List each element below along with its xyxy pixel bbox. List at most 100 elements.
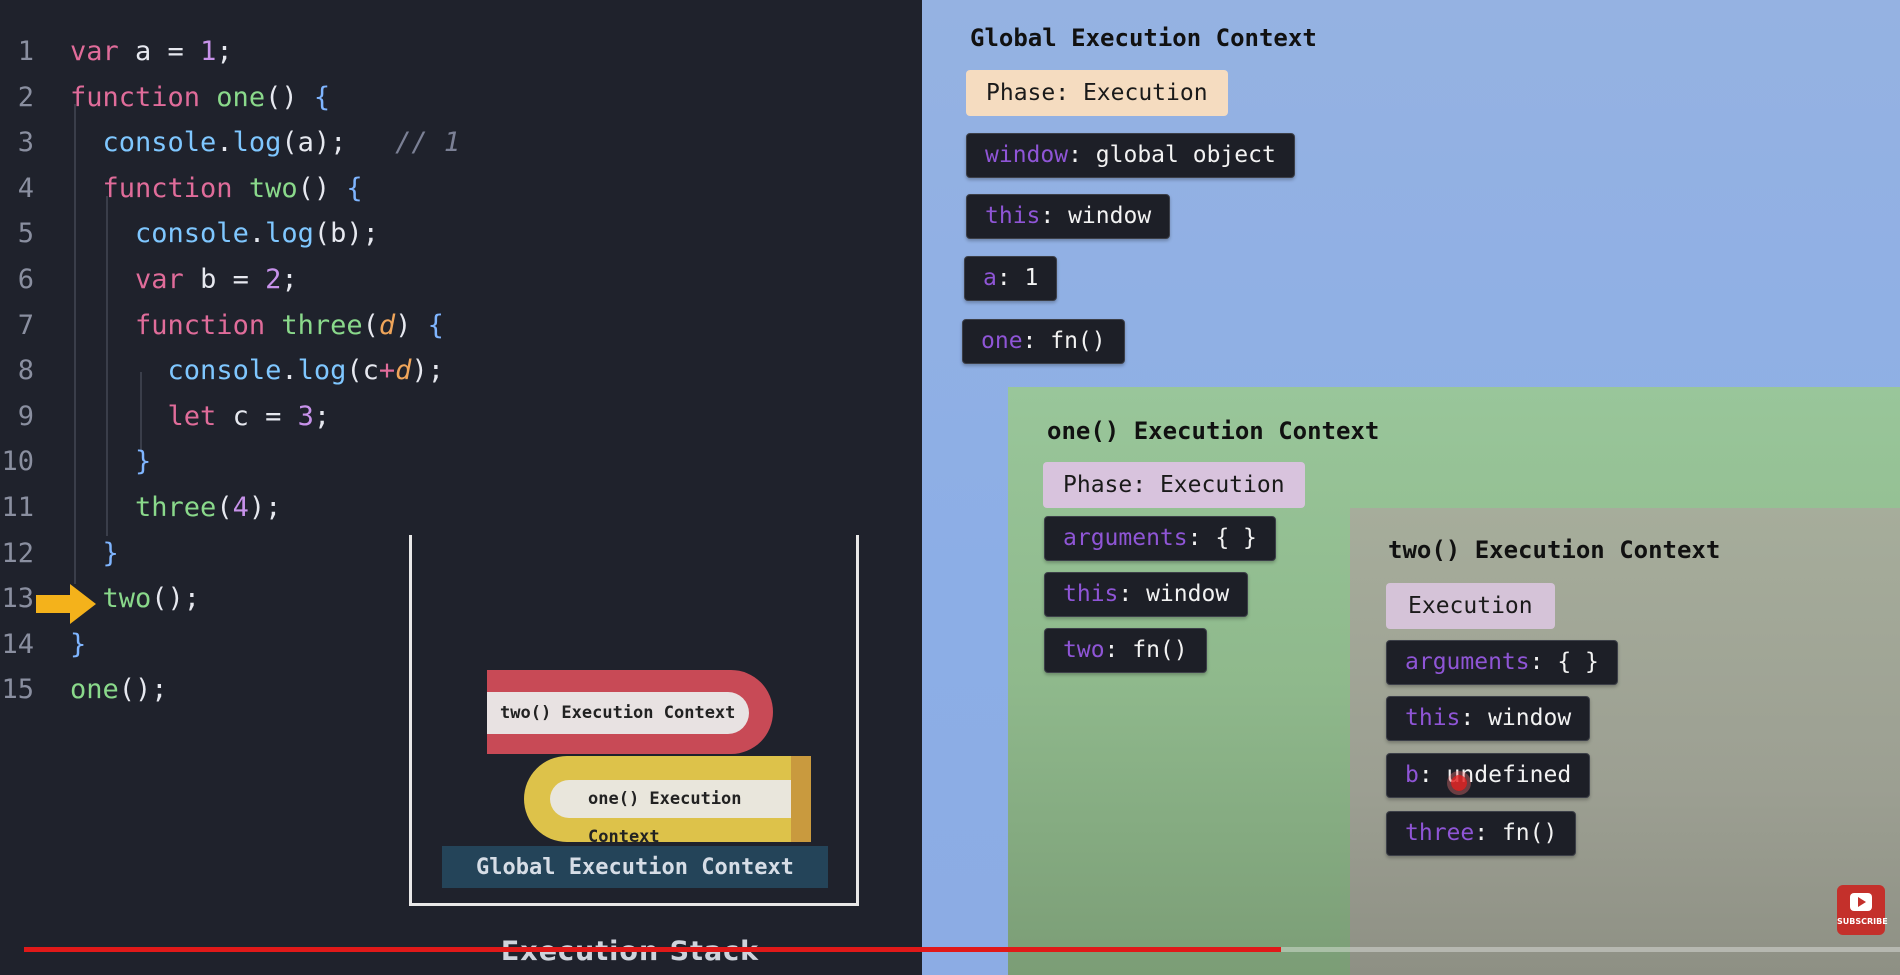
- code-token: +: [378, 355, 396, 387]
- code-token: ();: [151, 583, 201, 615]
- entry-key: b: [1405, 762, 1419, 788]
- stack-frame-global: Global Execution Context: [442, 846, 828, 888]
- code-token: (: [216, 492, 233, 523]
- one-phase-badge: Phase: Execution: [1043, 462, 1305, 508]
- context-entry: window: global object: [966, 133, 1295, 178]
- cursor-indicator: [1451, 775, 1467, 791]
- code-token: two: [232, 172, 298, 204]
- entry-value: : undefined: [1418, 762, 1572, 788]
- entry-value: : window: [1118, 581, 1230, 607]
- line-number: 8: [17, 355, 34, 387]
- entry-value: : { }: [1529, 649, 1599, 675]
- entry-value: : 1: [996, 265, 1039, 291]
- stack-frame-edge: [791, 756, 811, 842]
- code-text: one();: [70, 670, 168, 710]
- code-token: (: [362, 309, 379, 341]
- code-token: three: [265, 309, 363, 341]
- context-entry: two: fn(): [1044, 628, 1207, 673]
- code-token: }: [70, 628, 87, 660]
- entry-value: : fn(): [1104, 637, 1188, 663]
- phase-value: Execution: [1069, 80, 1208, 106]
- code-token: );: [248, 492, 282, 523]
- code-token: );: [411, 355, 444, 387]
- code-token: .: [248, 218, 266, 250]
- line-number: 3: [17, 127, 34, 159]
- entry-key: this: [1063, 581, 1119, 607]
- code-token: .: [281, 355, 298, 387]
- line-number: 2: [17, 81, 34, 113]
- context-entry: b: undefined: [1386, 753, 1591, 798]
- code-text: function three(d) {: [70, 306, 444, 346]
- code-text: var b = 2;: [70, 260, 298, 300]
- entry-key: arguments: [1063, 525, 1188, 551]
- code-text: var a = 1;: [70, 32, 233, 72]
- one-context-title: one() Execution Context: [1047, 417, 1380, 445]
- code-token: one: [70, 674, 119, 706]
- entry-value: : global object: [1068, 142, 1276, 168]
- code-token: a =: [118, 36, 201, 67]
- entry-key: arguments: [1405, 649, 1530, 675]
- code-token: log: [297, 355, 347, 387]
- code-token: 3: [297, 400, 314, 432]
- line-number: 1: [17, 36, 34, 67]
- subscribe-button[interactable]: SUBSCRIBE: [1837, 885, 1888, 935]
- two-context-title: two() Execution Context: [1388, 536, 1721, 564]
- stack-frame-label: two() Execution Context: [487, 692, 749, 734]
- code-token: {: [313, 81, 331, 113]
- code-token: function: [135, 309, 266, 341]
- entry-key: window: [985, 142, 1069, 168]
- stack-frame-label: one() Execution Context: [550, 780, 795, 847]
- stack-frame-two: two() Execution Context: [487, 670, 773, 754]
- code-token: d: [395, 355, 412, 387]
- context-entry: arguments: { }: [1386, 640, 1618, 685]
- line-number: 6: [17, 264, 34, 295]
- entry-key: three: [1405, 820, 1475, 846]
- code-token: let: [167, 400, 217, 432]
- line-number: 13: [1, 583, 34, 615]
- entry-key: one: [981, 328, 1023, 354]
- line-number: 5: [17, 218, 34, 250]
- code-token: 1: [200, 36, 217, 67]
- code-text: let c = 3;: [70, 397, 331, 437]
- code-token: console: [135, 218, 249, 250]
- code-token: ;: [281, 264, 298, 295]
- code-text: console.log(c+d);: [70, 351, 444, 391]
- code-token: function: [102, 172, 233, 204]
- entry-value: : fn(): [1022, 328, 1106, 354]
- context-entry: a: 1: [964, 256, 1058, 301]
- code-token: log: [232, 127, 282, 159]
- code-text: }: [70, 534, 119, 574]
- code-token: (a);: [281, 127, 347, 159]
- line-number: 10: [1, 446, 34, 478]
- two-context-zone: two() Execution Context Execution argume…: [1350, 508, 1900, 975]
- code-token: console: [102, 127, 217, 159]
- entry-key: this: [985, 203, 1041, 229]
- youtube-play-icon: [1850, 893, 1872, 911]
- video-progress-bar[interactable]: [24, 947, 1900, 952]
- context-entry: three: fn(): [1386, 811, 1577, 856]
- context-entry: this: window: [966, 194, 1171, 239]
- video-progress-played: [24, 947, 1281, 952]
- code-token: 2: [265, 264, 282, 295]
- line-number: 15: [1, 674, 34, 706]
- phase-key: Phase:: [986, 80, 1070, 106]
- line-number: 14: [1, 628, 34, 660]
- code-text: }: [70, 625, 86, 665]
- code-token: }: [135, 446, 152, 478]
- entry-key: a: [983, 265, 997, 291]
- code-text: }: [70, 442, 151, 482]
- code-token: (c: [346, 355, 379, 387]
- entry-value: : window: [1460, 705, 1572, 731]
- line-number: 12: [1, 537, 34, 569]
- code-token: .: [216, 127, 233, 159]
- phase-key: Phase:: [1063, 472, 1147, 498]
- entry-key: two: [1063, 637, 1105, 663]
- code-token: (): [297, 172, 347, 204]
